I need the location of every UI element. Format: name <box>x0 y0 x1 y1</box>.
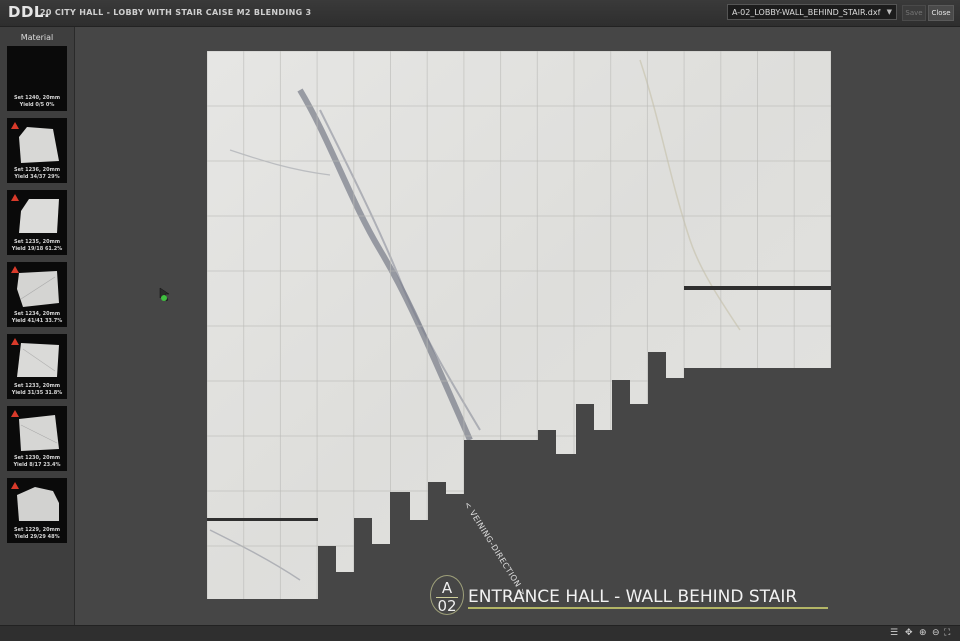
slab-yield: Yield 34/37 29% <box>14 174 60 180</box>
slab-yield: Yield 41/41 33.7% <box>11 318 63 324</box>
sheet-number: 02 <box>437 597 457 615</box>
slab-thumbnail <box>17 343 59 377</box>
menu-icon[interactable]: ☰ <box>890 628 898 638</box>
chevron-down-icon: ▼ <box>886 8 892 16</box>
slab-name: Set 1229, 20mm <box>13 527 61 533</box>
slab-name: Set 1234, 20mm <box>13 311 61 317</box>
zoom-out-icon[interactable]: ⊖ <box>932 628 940 638</box>
top-bar: DDL. 20 CITY HALL - LOBBY WITH STAIR CAI… <box>0 0 960 27</box>
zoom-in-icon[interactable]: ⊕ <box>919 628 927 638</box>
sheet-letter: A <box>441 579 453 597</box>
slab-card[interactable]: Set 1234, 20mm Yield 41/41 33.7% <box>7 262 67 327</box>
sidebar-title: Material <box>20 33 54 42</box>
pointer-icon <box>159 287 170 302</box>
slab-yield: Yield 8/17 23.4% <box>13 462 61 468</box>
slab-yield: Yield 29/29 48% <box>14 534 60 540</box>
slab-card[interactable]: Set 1240, 20mm Yield 0/5 0% <box>7 46 67 111</box>
close-button[interactable]: Close <box>928 5 954 21</box>
slab-name: Set 1233, 20mm <box>13 383 61 389</box>
bottom-toolbar: ☰ ✥ ⊕ ⊖ ⛶ <box>0 625 960 641</box>
slab-yield: Yield 31/35 31.8% <box>11 390 63 396</box>
slab-name: Set 1235, 20mm <box>13 239 61 245</box>
slab-name: Set 1240, 20mm <box>13 95 61 101</box>
sheet-title-block: A 02 ENTRANCE HALL - WALL BEHIND STAIR <box>428 575 838 619</box>
save-button[interactable]: Save <box>902 5 926 21</box>
fullscreen-icon[interactable]: ⛶ <box>944 628 950 638</box>
title-underline <box>468 607 828 609</box>
project-title: 20 CITY HALL - LOBBY WITH STAIR CAISE M2… <box>40 8 312 17</box>
slab-thumbnail <box>19 415 59 451</box>
slab-thumbnail <box>17 487 59 521</box>
slab-thumbnail <box>19 127 59 163</box>
slab-name: Set 1236, 20mm <box>13 167 61 173</box>
slab-card[interactable]: Set 1236, 20mm Yield 34/37 29% <box>7 118 67 183</box>
drawing-canvas[interactable] <box>75 27 960 625</box>
slab-name: Set 1230, 20mm <box>13 455 61 461</box>
slab-yield: Yield 0/5 0% <box>19 102 55 108</box>
wall-elevation <box>207 51 831 599</box>
slab-card[interactable]: Set 1233, 20mm Yield 31/35 31.8% <box>7 334 67 399</box>
slab-card[interactable]: Set 1230, 20mm Yield 8/17 23.4% <box>7 406 67 471</box>
slab-thumbnail <box>17 271 59 307</box>
slab-card[interactable]: Set 1229, 20mm Yield 29/29 48% <box>7 478 67 543</box>
slab-card[interactable]: Set 1235, 20mm Yield 19/18 61.2% <box>7 190 67 255</box>
file-select[interactable]: A-02_LOBBY-WALL_BEHIND_STAIR.dxf ▼ <box>727 4 897 20</box>
slab-thumbnail <box>19 199 59 233</box>
move-icon[interactable]: ✥ <box>905 628 913 638</box>
material-sidebar: Material Set 1240, 20mm Yield 0/5 0% Set… <box>0 27 75 625</box>
file-select-value: A-02_LOBBY-WALL_BEHIND_STAIR.dxf <box>732 8 881 17</box>
slab-yield: Yield 19/18 61.2% <box>11 246 63 252</box>
sheet-title: ENTRANCE HALL - WALL BEHIND STAIR <box>468 587 798 607</box>
